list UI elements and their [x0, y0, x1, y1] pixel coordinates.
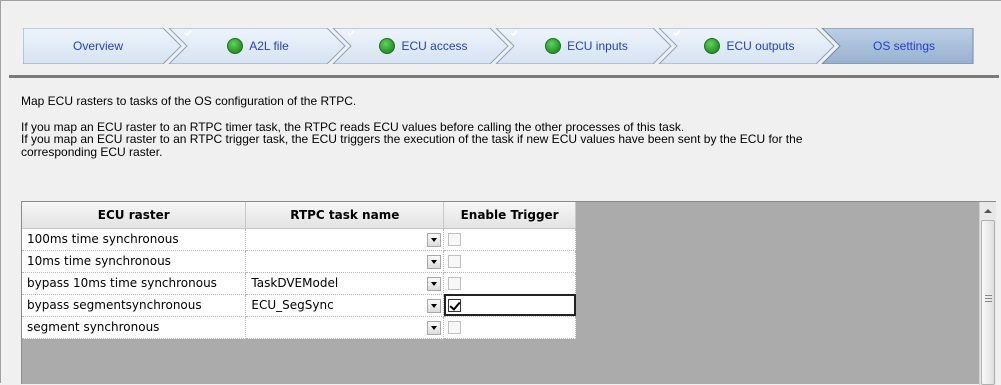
ecu-raster-cell[interactable]: segment synchronous [22, 316, 247, 339]
check-circle-icon [510, 30, 562, 54]
description-line: If you map an ECU raster to an RTPC trig… [21, 132, 803, 146]
scrollbar-thumb[interactable] [981, 220, 995, 385]
os-settings-page: Overview A2L file ECU access ECU inputs … [0, 0, 1001, 385]
enable-trigger-checkbox[interactable] [448, 233, 462, 246]
enable-trigger-cell [443, 250, 576, 273]
rtpc-task-value: TaskDVEModel [251, 276, 339, 290]
wizard-step-label: OS settings [872, 39, 936, 53]
table-row: 100ms time synchronous [22, 228, 576, 251]
table-row: 10ms time synchronous [22, 250, 576, 273]
ecu-raster-cell[interactable]: bypass 10ms time synchronous [22, 272, 247, 295]
wizard-step-overview[interactable]: Overview [23, 28, 173, 64]
enable-trigger-checkbox[interactable] [448, 255, 462, 268]
rtpc-task-select[interactable]: TaskDVEModel [245, 272, 445, 295]
wizard-breadcrumb: Overview A2L file ECU access ECU inputs … [23, 28, 974, 64]
ecu-raster-cell[interactable]: 10ms time synchronous [22, 250, 247, 273]
wizard-step-label: Overview [72, 39, 123, 53]
chevron-down-icon[interactable] [427, 320, 442, 335]
enable-trigger-cell [443, 294, 576, 317]
wizard-step-label: ECU outputs [726, 39, 795, 53]
enable-trigger-cell [443, 272, 576, 295]
scroll-up-arrow-icon[interactable] [980, 202, 996, 219]
enable-trigger-checkbox[interactable] [448, 299, 462, 312]
rtpc-task-value: ECU_SegSync [251, 298, 334, 312]
table-row: bypass segmentsynchronous ECU_SegSync [22, 294, 576, 317]
check-circle-icon [673, 30, 721, 54]
enable-trigger-checkbox[interactable] [448, 321, 462, 334]
chevron-down-icon[interactable] [427, 254, 442, 269]
rtpc-task-select[interactable] [245, 228, 445, 251]
wizard-step-ecu-access[interactable]: ECU access [346, 28, 501, 64]
rtpc-task-select[interactable] [245, 316, 445, 339]
column-header-rtpc-task-name[interactable]: RTPC task name [245, 202, 445, 229]
rtpc-task-select[interactable] [245, 250, 445, 273]
enable-trigger-cell [443, 316, 576, 339]
chevron-down-icon[interactable] [427, 298, 442, 313]
check-circle-icon [184, 30, 244, 54]
table-row: bypass 10ms time synchronous TaskDVEMode… [22, 272, 576, 295]
column-header-enable-trigger[interactable]: Enable Trigger [443, 202, 576, 229]
chevron-down-icon[interactable] [427, 232, 442, 247]
ecu-raster-cell[interactable]: 100ms time synchronous [22, 228, 247, 251]
divider [9, 75, 999, 78]
description-line: Map ECU rasters to tasks of the OS confi… [21, 94, 357, 108]
wizard-step-label: A2L file [249, 39, 289, 53]
grip-icon [985, 295, 992, 302]
raster-mapping-table: ECU raster RTPC task name Enable Trigger… [22, 202, 576, 339]
check-circle-icon [347, 30, 396, 54]
wizard-step-os-settings[interactable]: OS settings [835, 28, 973, 64]
enable-trigger-cell [443, 228, 576, 251]
description-line: corresponding ECU raster. [21, 144, 163, 159]
description-text: Map ECU rasters to tasks of the OS confi… [21, 95, 981, 158]
chevron-down-icon[interactable] [427, 276, 442, 291]
wizard-step-ecu-inputs[interactable]: ECU inputs [509, 28, 664, 64]
wizard-step-label: ECU access [401, 39, 468, 53]
ecu-raster-cell[interactable]: bypass segmentsynchronous [22, 294, 247, 317]
column-header-ecu-raster[interactable]: ECU raster [22, 202, 247, 229]
wizard-step-ecu-outputs[interactable]: ECU outputs [672, 28, 827, 64]
vertical-scrollbar[interactable] [979, 202, 996, 385]
table-header-row: ECU raster RTPC task name Enable Trigger [22, 202, 576, 229]
wizard-step-a2l-file[interactable]: A2L file [183, 28, 333, 64]
enable-trigger-checkbox[interactable] [448, 277, 462, 290]
table-row: segment synchronous [22, 316, 576, 339]
raster-mapping-grid: ECU raster RTPC task name Enable Trigger… [21, 201, 996, 385]
wizard-step-label: ECU inputs [567, 39, 628, 53]
rtpc-task-select[interactable]: ECU_SegSync [245, 294, 445, 317]
